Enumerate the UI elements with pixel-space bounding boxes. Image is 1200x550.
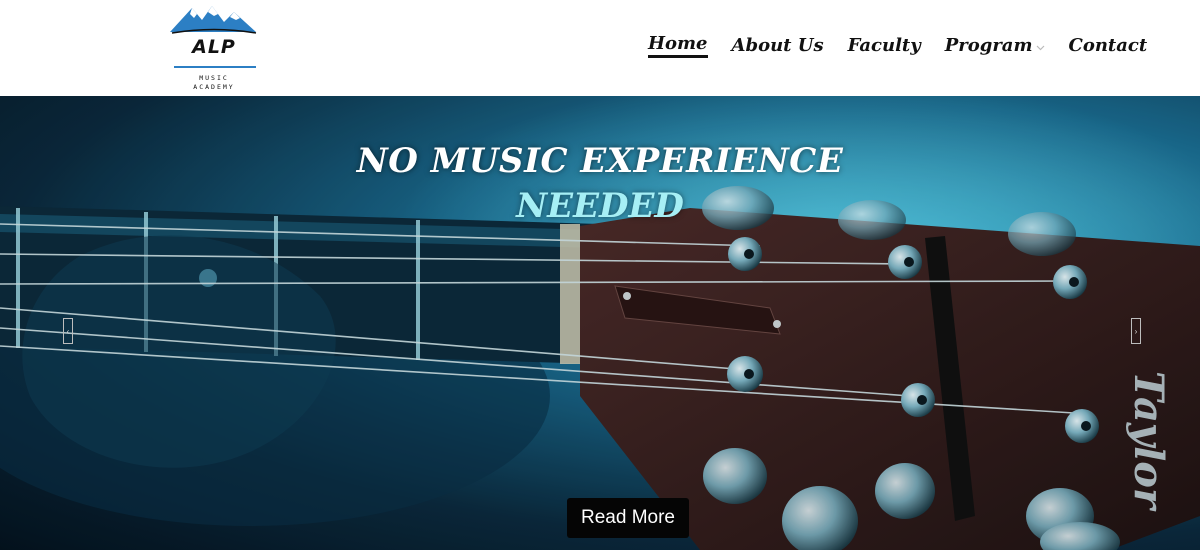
- chevron-down-icon: [1036, 35, 1045, 56]
- arrow-right-icon[interactable]: ›: [1131, 318, 1141, 344]
- logo-line-1: MUSIC: [199, 74, 229, 82]
- logo-name: ALP: [192, 36, 236, 58]
- mountain-icon: [170, 6, 257, 34]
- read-more-button[interactable]: Read More: [567, 498, 689, 538]
- site-header: ALP MUSIC ACADEMY Home About Us Faculty …: [0, 0, 1200, 96]
- hero-title: NO MUSIC EXPERIENCE: [356, 141, 844, 181]
- nav-home-label: Home: [648, 32, 708, 54]
- logo[interactable]: ALP MUSIC ACADEMY: [168, 2, 260, 94]
- logo-line-2: ACADEMY: [193, 83, 235, 91]
- nav-faculty-label: Faculty: [847, 34, 921, 56]
- nav-about-us[interactable]: About Us: [732, 35, 824, 56]
- hero-subtitle: NEEDED: [516, 186, 684, 226]
- hero-slider: Taylor NO MUSIC EXPERIENCE NEEDED ‹ › Re…: [0, 96, 1200, 550]
- arrow-left-icon[interactable]: ‹: [63, 318, 73, 344]
- nav-contact[interactable]: Contact: [1069, 35, 1148, 56]
- nav-program[interactable]: Program: [945, 35, 1045, 56]
- nav-faculty[interactable]: Faculty: [848, 35, 921, 56]
- nav-program-label: Program: [944, 34, 1033, 56]
- nav-contact-label: Contact: [1068, 34, 1148, 56]
- logo-divider: [174, 66, 256, 68]
- main-nav: Home About Us Faculty Program Contact: [648, 30, 1171, 60]
- nav-about-label: About Us: [731, 34, 824, 56]
- nav-home[interactable]: Home: [648, 33, 708, 58]
